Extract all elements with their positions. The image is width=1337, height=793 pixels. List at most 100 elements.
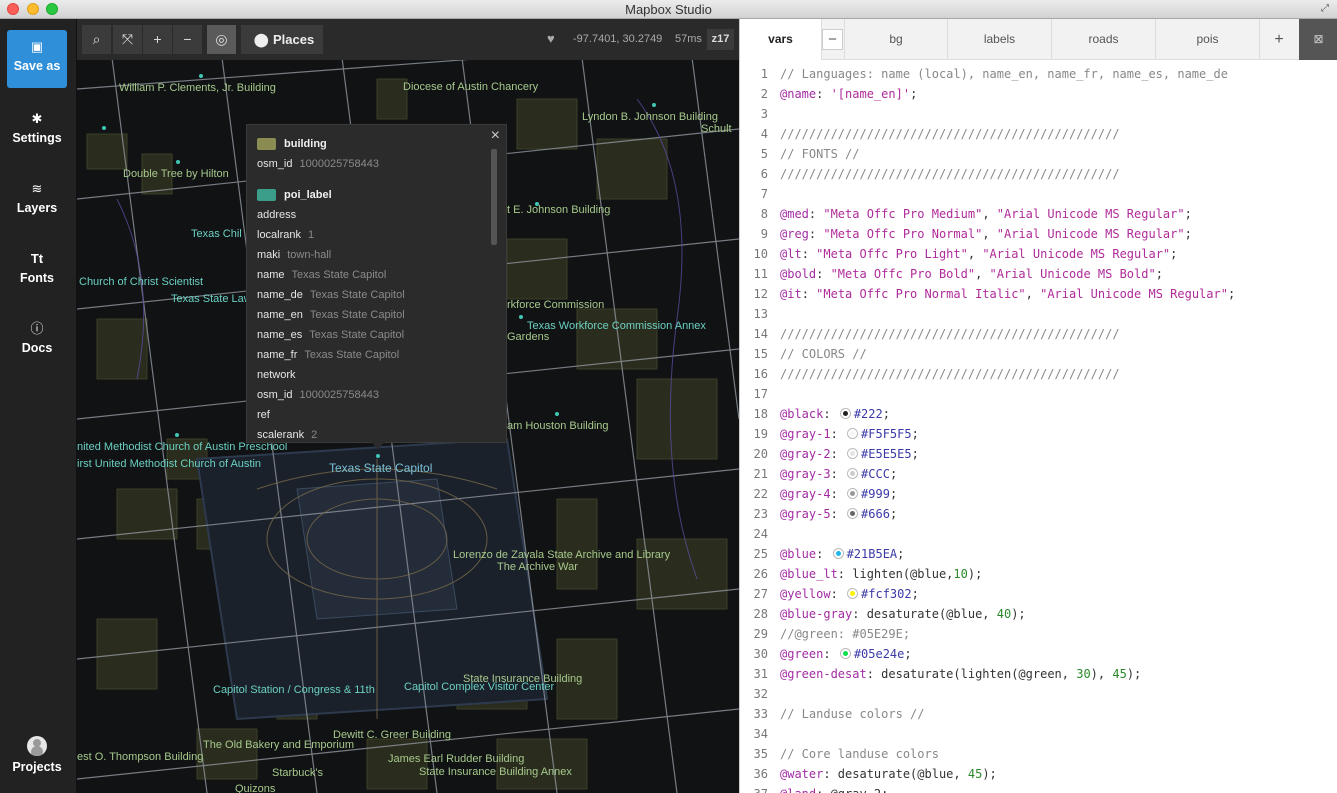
plus-icon: +	[153, 31, 162, 47]
code-line[interactable]: 35 // Core landuse colors	[740, 744, 1337, 764]
code-line[interactable]: 15 // COLORS //	[740, 344, 1337, 364]
stylesheet-tabs: vars − bg labels roads pois + ⊠	[740, 19, 1337, 60]
fit-bounds-button[interactable]: ⤧	[113, 25, 142, 54]
settings-label: Settings	[12, 131, 62, 145]
search-button[interactable]: ⌕	[82, 25, 111, 54]
color-swatch[interactable]	[839, 408, 851, 419]
tab-bg[interactable]: bg	[844, 19, 948, 60]
code-line[interactable]: 36 @water: desaturate(@blue, 45);	[740, 764, 1337, 784]
popup-pointer	[371, 442, 385, 449]
code-line[interactable]: 22 @gray-4: #999;	[740, 484, 1337, 504]
code-line[interactable]: 13	[740, 304, 1337, 324]
line-number: 4	[760, 127, 768, 141]
code-line[interactable]: 34	[740, 724, 1337, 744]
code-line[interactable]: 23 @gray-5: #666;	[740, 504, 1337, 524]
settings-button[interactable]: ✱ Settings	[7, 102, 67, 160]
code-line[interactable]: 29 //@green: #05E29E;	[740, 624, 1337, 644]
code-line[interactable]: 14 //////////////////////////////////////…	[740, 324, 1337, 344]
collapse-editor-button[interactable]: ⊠	[1299, 19, 1337, 60]
line-content: @gray-5: #666;	[780, 507, 898, 521]
code-line[interactable]: 9 @reg: "Meta Offc Pro Normal", "Arial Un…	[740, 224, 1337, 244]
code-line[interactable]: 32	[740, 684, 1337, 704]
code-line[interactable]: 30 @green: #05e24e;	[740, 644, 1337, 664]
tab-pois[interactable]: pois	[1156, 19, 1260, 60]
code-line[interactable]: 12 @it: "Meta Offc Pro Normal Italic", "A…	[740, 284, 1337, 304]
code-line[interactable]: 28 @blue-gray: desaturate(@blue, 40);	[740, 604, 1337, 624]
docs-button[interactable]: ⓘ Docs	[7, 312, 67, 370]
color-swatch[interactable]	[847, 428, 859, 439]
heart-icon[interactable]: ♥	[547, 31, 555, 46]
zoom-level: z17	[707, 29, 734, 50]
code-line[interactable]: 27 @yellow: #fcf302;	[740, 584, 1337, 604]
line-number: 14	[753, 327, 768, 341]
code-area[interactable]: 1 // Languages: name (local), name_en, na…	[740, 64, 1337, 793]
color-swatch[interactable]	[847, 468, 859, 479]
code-line[interactable]: 37 @land: @gray-2;	[740, 784, 1337, 793]
color-swatch[interactable]	[847, 448, 859, 459]
code-line[interactable]: 20 @gray-2: #E5E5E5;	[740, 444, 1337, 464]
line-content: ////////////////////////////////////////…	[780, 367, 1120, 381]
code-line[interactable]: 5 // FONTS //	[740, 144, 1337, 164]
property-key: name_de	[257, 289, 303, 301]
code-line[interactable]: 18 @black: #222;	[740, 404, 1337, 424]
property-value: 1	[308, 229, 315, 241]
places-button[interactable]: ⬤ Places	[241, 25, 323, 54]
code-line[interactable]: 19 @gray-1: #F5F5F5;	[740, 424, 1337, 444]
code-line[interactable]: 2 @name: '[name_en]';	[740, 84, 1337, 104]
property-key: name_en	[257, 309, 303, 321]
inspect-button[interactable]: ◎	[207, 25, 236, 54]
fonts-button[interactable]: Tt Fonts	[7, 242, 67, 300]
line-number: 27	[753, 587, 768, 601]
code-line[interactable]: 16 //////////////////////////////////////…	[740, 364, 1337, 384]
line-number: 36	[753, 767, 768, 781]
tab-roads[interactable]: roads	[1052, 19, 1156, 60]
code-line[interactable]: 33 // Landuse colors //	[740, 704, 1337, 724]
code-line[interactable]: 6 ///////////////////////////////////////…	[740, 164, 1337, 184]
color-swatch[interactable]	[832, 548, 844, 559]
save-as-button[interactable]: ▣ Save as	[7, 30, 67, 88]
color-swatch[interactable]	[847, 588, 859, 599]
line-content: @green-desat: desaturate(lighten(@green,…	[780, 667, 1142, 681]
search-icon: ⌕	[92, 31, 101, 47]
property-value: town-hall	[287, 249, 332, 261]
map-canvas[interactable]: William P. Clements, Jr. Building Dioces…	[77, 19, 739, 793]
property-key: localrank	[257, 229, 302, 241]
color-swatch[interactable]	[847, 508, 859, 519]
line-number: 26	[753, 567, 768, 581]
line-content: @blue-gray: desaturate(@blue, 40);	[780, 607, 1026, 621]
layer-name: poi_label	[284, 189, 332, 201]
property-row: address	[257, 209, 303, 221]
layers-button[interactable]: ≋ Layers	[7, 172, 67, 230]
property-row: localrank 1	[257, 229, 314, 241]
code-line[interactable]: 8 @med: "Meta Offc Pro Medium", "Arial Un…	[740, 204, 1337, 224]
code-line[interactable]: 24	[740, 524, 1337, 544]
code-line[interactable]: 7	[740, 184, 1337, 204]
code-line[interactable]: 10 @lt: "Meta Offc Pro Light", "Arial Uni…	[740, 244, 1337, 264]
remove-tab-button[interactable]: −	[822, 29, 843, 50]
close-icon[interactable]: ×	[491, 127, 500, 145]
zoom-out-button[interactable]: −	[173, 25, 202, 54]
code-line[interactable]: 26 @blue_lt: lighten(@blue,10);	[740, 564, 1337, 584]
line-content: // COLORS //	[780, 347, 867, 361]
code-line[interactable]: 25 @blue: #21B5EA;	[740, 544, 1337, 564]
color-swatch[interactable]	[847, 488, 859, 499]
map-label: Capitol Station / Congress & 11th	[213, 684, 375, 696]
line-content: @yellow: #fcf302;	[780, 587, 919, 601]
code-line[interactable]: 4 ///////////////////////////////////////…	[740, 124, 1337, 144]
code-line[interactable]: 1 // Languages: name (local), name_en, na…	[740, 64, 1337, 84]
color-swatch[interactable]	[839, 648, 851, 659]
projects-button[interactable]: Projects	[7, 730, 67, 788]
collapse-icon: ⊠	[1313, 32, 1324, 46]
add-tab-button[interactable]: +	[1259, 19, 1299, 60]
code-line[interactable]: 17	[740, 384, 1337, 404]
tab-labels[interactable]: labels	[948, 19, 1052, 60]
tab-vars[interactable]: vars	[740, 19, 822, 60]
zoom-in-button[interactable]: +	[143, 25, 172, 54]
code-line[interactable]: 11 @bold: "Meta Offc Pro Bold", "Arial Un…	[740, 264, 1337, 284]
code-line[interactable]: 3	[740, 104, 1337, 124]
projects-label: Projects	[12, 760, 62, 774]
code-line[interactable]: 21 @gray-3: #CCC;	[740, 464, 1337, 484]
code-line[interactable]: 31 @green-desat: desaturate(lighten(@gree…	[740, 664, 1337, 684]
popup-scrollbar[interactable]	[491, 149, 497, 245]
fullscreen-icon[interactable]: ⤢	[1321, 3, 1333, 15]
